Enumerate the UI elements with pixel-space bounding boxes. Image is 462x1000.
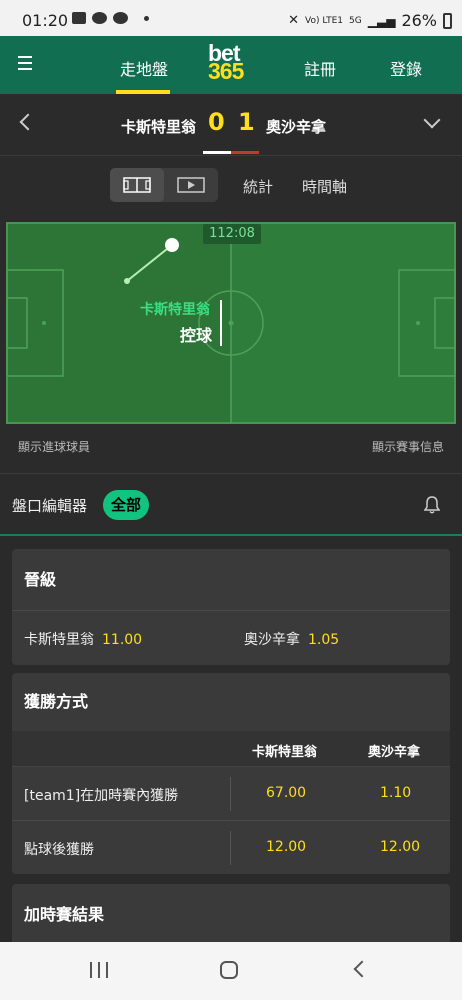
play-icon [177,177,205,193]
home-team-name: 卡斯特里翁 [120,118,196,136]
selection-odds: 1.05 [308,632,340,648]
app-icon [92,12,107,24]
match-clock: 112:08 [203,224,261,244]
top-header: 走地盤 bet 365 註冊 登錄 [0,36,462,94]
odds-home[interactable]: 12.00 [266,839,306,855]
selection-team: 奧沙辛拿 [244,632,300,648]
signal-icon: ▁▃▅ [367,13,396,28]
battery-icon [443,12,452,29]
menu-icon[interactable] [18,56,32,74]
odds-away[interactable]: 12.00 [380,839,420,855]
signal-label: 5G [349,15,362,26]
pitch-footer: 顯示進球球員 顯示賽事信息 [0,432,462,474]
column-header-away: 奧沙辛拿 [368,745,421,760]
home-icon[interactable] [220,961,238,979]
view-tabs: 統計 時間軸 [0,156,462,216]
system-icons: ✕ Vo) LTE1 5G ▁▃▅ 26% [288,11,452,30]
home-kit-color [203,151,231,154]
divider [230,831,231,865]
market-list: 晉級 卡斯特里翁 11.00 奧沙辛拿 1.05 獲勝方式 卡斯特里翁 奧沙辛拿 [… [0,538,462,942]
recent-apps-icon[interactable] [90,962,108,978]
away-score: 1 [238,108,255,136]
market-extra-time-result: 加時賽結果 [12,884,450,942]
bet365-logo[interactable]: bet 365 [208,42,244,84]
ball-marker [165,238,179,252]
battery-level: 26% [401,11,437,30]
show-scorers-link[interactable]: 顯示進球球員 [18,438,90,455]
divider [230,777,231,811]
register-link[interactable]: 註冊 [304,56,336,80]
market-method-of-victory: 獲勝方式 卡斯特里翁 奧沙辛拿 [team1]在加時賽內獲勝 67.00 1.1… [12,673,450,874]
pitch-icon [123,177,151,193]
odds-away[interactable]: 1.10 [380,785,411,801]
row-label: [team1]在加時賽內獲勝 [24,788,179,804]
clock-time: 01:20 [22,11,69,30]
more-notifications-icon [144,15,149,21]
nav-live-in-play[interactable]: 走地盤 [120,56,168,80]
back-icon[interactable] [353,960,371,978]
status-bar: 01:20 ✕ Vo) LTE1 5G ▁▃▅ 26% [0,0,462,36]
app-icon [113,12,128,24]
bell-icon[interactable] [424,496,440,514]
market-qualify: 晉級 卡斯特里翁 11.00 奧沙辛拿 1.05 [12,549,450,665]
chevron-left-icon[interactable] [19,113,37,131]
system-nav-bar [0,942,462,1000]
table-row: 點球後獲勝 12.00 12.00 [12,821,450,874]
login-link[interactable]: 登錄 [390,56,422,80]
pitch-graphic [6,222,456,424]
tab-timeline[interactable]: 時間軸 [302,176,347,197]
column-headers: 卡斯特里翁 奧沙辛拿 [12,731,450,767]
market-editor-bar: 盤口編輯器 全部 [0,474,462,536]
away-kit-color [231,151,259,154]
filter-all-pill[interactable]: 全部 [103,490,149,520]
possession-marker [220,300,222,346]
market-editor-label[interactable]: 盤口編輯器 [12,495,87,516]
match-header: 卡斯特里翁 0 1 奧沙辛拿 [0,94,462,156]
show-match-info-link[interactable]: 顯示賽事信息 [372,438,444,455]
market-title[interactable]: 加時賽結果 [12,884,450,942]
away-team-name: 奧沙辛拿 [266,118,327,136]
view-toggle [110,168,218,202]
possession-label: 控球 [180,326,213,345]
video-view-button[interactable] [164,168,218,202]
notification-icons [72,12,149,24]
market-title[interactable]: 晉級 [12,549,450,611]
odds-selection-away[interactable]: 奧沙辛拿 1.05 [244,629,339,649]
home-score: 0 [208,108,225,136]
odds-selection-home[interactable]: 卡斯特里翁 11.00 [24,629,142,649]
tab-stats[interactable]: 統計 [243,176,273,197]
market-title[interactable]: 獲勝方式 [12,673,450,731]
column-header-home: 卡斯特里翁 [252,745,318,760]
qualify-odds-row: 卡斯特里翁 11.00 奧沙辛拿 1.05 [12,611,450,665]
pitch-view-button[interactable] [110,168,164,202]
network-label: Vo) LTE1 [305,15,344,26]
odds-home[interactable]: 67.00 [266,785,306,801]
chevron-down-icon[interactable] [423,111,441,129]
match-pitch: 112:08 卡斯特里翁 控球 [0,216,462,432]
gallery-icon [72,12,86,24]
table-row: [team1]在加時賽內獲勝 67.00 1.10 [12,767,450,821]
selection-team: 卡斯特里翁 [24,632,94,648]
row-label: 點球後獲勝 [24,842,94,858]
mute-icon: ✕ [288,13,300,28]
logo-text-bottom: 365 [208,58,244,84]
ball-trail-start [124,278,130,284]
selection-odds: 11.00 [102,632,143,648]
possession-team: 卡斯特里翁 [140,302,210,318]
